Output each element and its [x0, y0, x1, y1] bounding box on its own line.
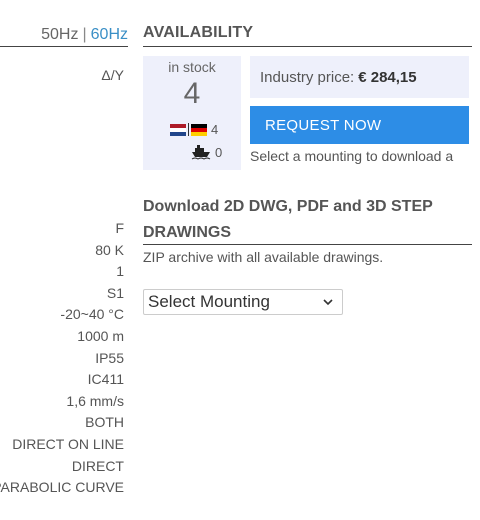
- availability-title: AVAILABILITY: [143, 24, 254, 41]
- flag-netherlands-icon: [170, 123, 186, 136]
- zip-description: ZIP archive with all available drawings.: [143, 249, 384, 265]
- frequency-divider: [0, 46, 128, 47]
- spec-value: S1: [106, 284, 124, 301]
- mounting-select[interactable]: Select Mounting: [143, 289, 343, 315]
- spec-value: 1,6 mm/s: [66, 392, 124, 409]
- mounting-select-value: Select Mounting: [148, 292, 270, 311]
- spec-value: F: [115, 220, 124, 236]
- chevron-down-icon: [323, 299, 333, 306]
- spec-value: DIRECT: [71, 457, 124, 474]
- mounting-note: Select a mounting to download a: [250, 148, 454, 164]
- warehouse-stock-row: 4: [170, 122, 218, 137]
- ship-icon: [191, 145, 211, 160]
- industry-price: Industry price: € 284,15: [250, 56, 469, 98]
- spec-value: -20~40 °C: [60, 306, 124, 323]
- spec-value: IP55: [95, 349, 124, 366]
- stock-count: 4: [183, 77, 201, 110]
- price-value: € 284,15: [358, 68, 417, 86]
- frequency-option-50hz[interactable]: 50Hz: [41, 26, 78, 43]
- spec-value: IC411: [87, 371, 124, 388]
- stock-box: in stock 4 4 0: [143, 56, 241, 170]
- spec-value: BOTH: [85, 414, 124, 431]
- flag-separator: [188, 123, 189, 136]
- spec-value: DIRECT ON LINE: [12, 435, 124, 452]
- request-now-button[interactable]: REQUEST NOW: [250, 106, 469, 144]
- shipping-stock-row: 0: [191, 144, 222, 160]
- spec-value: 1: [116, 263, 124, 280]
- frequency-option-60hz[interactable]: 60Hz: [91, 26, 128, 43]
- frequency-separator: |: [82, 26, 87, 43]
- shipping-count: 0: [215, 144, 223, 160]
- flag-germany-icon: [191, 123, 207, 136]
- availability-divider: [143, 46, 472, 47]
- spec-values-list: F 80 K 1 S1 -20~40 °C 1000 m IP55 IC411 …: [0, 218, 124, 499]
- download-title: Download 2D DWG, PDF and 3D STEP DRAWING…: [143, 198, 433, 241]
- price-label: Industry price:: [260, 68, 355, 86]
- spec-value: PARABOLIC CURVE: [0, 479, 124, 496]
- stock-label: in stock: [168, 59, 216, 75]
- frequency-switch: 50Hz | 60Hz: [41, 26, 128, 44]
- warehouse-count: 4: [211, 122, 219, 137]
- download-divider: [143, 244, 472, 245]
- spec-value: 1000 m: [77, 327, 124, 344]
- spec-value: 80 K: [95, 241, 124, 258]
- connection-type: Δ/Y: [101, 67, 124, 83]
